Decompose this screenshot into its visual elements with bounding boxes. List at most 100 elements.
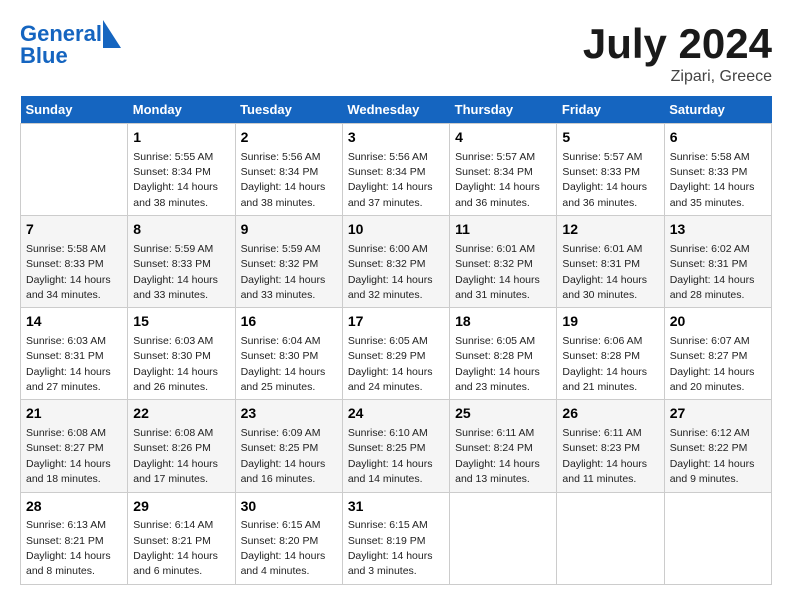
calendar-table: SundayMondayTuesdayWednesdayThursdayFrid… bbox=[20, 96, 772, 585]
main-title: July 2024 bbox=[583, 20, 772, 68]
week-row: 28Sunrise: 6:13 AMSunset: 8:21 PMDayligh… bbox=[21, 492, 772, 584]
calendar-cell: 26 Sunrise: 6:11 AMSunset: 8:23 PMDayligh… bbox=[557, 400, 664, 492]
day-info: Sunrise: 5:55 AMSunset: 8:34 PMDaylight:… bbox=[133, 151, 218, 209]
day-info: Sunrise: 5:59 AMSunset: 8:33 PMDaylight:… bbox=[133, 243, 218, 301]
calendar-cell: 10 Sunrise: 6:00 AMSunset: 8:32 PMDayligh… bbox=[342, 216, 449, 308]
calendar-cell: 14 Sunrise: 6:03 AMSunset: 8:31 PMDayligh… bbox=[21, 308, 128, 400]
day-number: 17 bbox=[348, 312, 444, 332]
day-info: Sunrise: 6:14 AMSunset: 8:21 PMDaylight:… bbox=[133, 519, 218, 577]
day-header-saturday: Saturday bbox=[664, 96, 771, 124]
header-row: SundayMondayTuesdayWednesdayThursdayFrid… bbox=[21, 96, 772, 124]
day-info: Sunrise: 6:15 AMSunset: 8:20 PMDaylight:… bbox=[241, 519, 326, 577]
day-info: Sunrise: 6:03 AMSunset: 8:31 PMDaylight:… bbox=[26, 335, 111, 393]
day-number: 28 bbox=[26, 497, 122, 517]
calendar-cell: 27 Sunrise: 6:12 AMSunset: 8:22 PMDayligh… bbox=[664, 400, 771, 492]
week-row: 21 Sunrise: 6:08 AMSunset: 8:27 PMDayligh… bbox=[21, 400, 772, 492]
day-number: 14 bbox=[26, 312, 122, 332]
day-header-friday: Friday bbox=[557, 96, 664, 124]
calendar-cell: 7 Sunrise: 5:58 AMSunset: 8:33 PMDaylight… bbox=[21, 216, 128, 308]
day-number: 3 bbox=[348, 128, 444, 148]
day-info: Sunrise: 6:00 AMSunset: 8:32 PMDaylight:… bbox=[348, 243, 433, 301]
day-info: Sunrise: 5:58 AMSunset: 8:33 PMDaylight:… bbox=[670, 151, 755, 209]
day-number: 13 bbox=[670, 220, 766, 240]
week-row: 14 Sunrise: 6:03 AMSunset: 8:31 PMDayligh… bbox=[21, 308, 772, 400]
day-info: Sunrise: 6:04 AMSunset: 8:30 PMDaylight:… bbox=[241, 335, 326, 393]
calendar-cell: 28Sunrise: 6:13 AMSunset: 8:21 PMDayligh… bbox=[21, 492, 128, 584]
day-info: Sunrise: 6:11 AMSunset: 8:23 PMDaylight:… bbox=[562, 427, 647, 485]
calendar-cell: 31Sunrise: 6:15 AMSunset: 8:19 PMDayligh… bbox=[342, 492, 449, 584]
day-number: 16 bbox=[241, 312, 337, 332]
calendar-cell: 19Sunrise: 6:06 AMSunset: 8:28 PMDayligh… bbox=[557, 308, 664, 400]
calendar-cell: 20 Sunrise: 6:07 AMSunset: 8:27 PMDayligh… bbox=[664, 308, 771, 400]
day-number: 9 bbox=[241, 220, 337, 240]
calendar-cell: 12Sunrise: 6:01 AMSunset: 8:31 PMDayligh… bbox=[557, 216, 664, 308]
day-header-wednesday: Wednesday bbox=[342, 96, 449, 124]
day-info: Sunrise: 5:58 AMSunset: 8:33 PMDaylight:… bbox=[26, 243, 111, 301]
calendar-cell: 13Sunrise: 6:02 AMSunset: 8:31 PMDayligh… bbox=[664, 216, 771, 308]
calendar-cell: 4Sunrise: 5:57 AMSunset: 8:34 PMDaylight… bbox=[450, 124, 557, 216]
day-info: Sunrise: 6:08 AMSunset: 8:27 PMDaylight:… bbox=[26, 427, 111, 485]
day-header-monday: Monday bbox=[128, 96, 235, 124]
calendar-cell: 6 Sunrise: 5:58 AMSunset: 8:33 PMDaylight… bbox=[664, 124, 771, 216]
day-number: 8 bbox=[133, 220, 229, 240]
day-number: 26 bbox=[562, 404, 658, 424]
day-info: Sunrise: 6:10 AMSunset: 8:25 PMDaylight:… bbox=[348, 427, 433, 485]
day-header-sunday: Sunday bbox=[21, 96, 128, 124]
day-number: 25 bbox=[455, 404, 551, 424]
day-info: Sunrise: 5:59 AMSunset: 8:32 PMDaylight:… bbox=[241, 243, 326, 301]
calendar-cell: 11Sunrise: 6:01 AMSunset: 8:32 PMDayligh… bbox=[450, 216, 557, 308]
week-row: 1 Sunrise: 5:55 AMSunset: 8:34 PMDaylight… bbox=[21, 124, 772, 216]
calendar-cell: 29Sunrise: 6:14 AMSunset: 8:21 PMDayligh… bbox=[128, 492, 235, 584]
calendar-cell: 9 Sunrise: 5:59 AMSunset: 8:32 PMDaylight… bbox=[235, 216, 342, 308]
day-header-thursday: Thursday bbox=[450, 96, 557, 124]
calendar-cell: 3 Sunrise: 5:56 AMSunset: 8:34 PMDaylight… bbox=[342, 124, 449, 216]
logo: General Blue bbox=[20, 20, 123, 68]
calendar-cell bbox=[664, 492, 771, 584]
day-number: 7 bbox=[26, 220, 122, 240]
day-number: 22 bbox=[133, 404, 229, 424]
day-info: Sunrise: 6:13 AMSunset: 8:21 PMDaylight:… bbox=[26, 519, 111, 577]
day-number: 29 bbox=[133, 497, 229, 517]
day-info: Sunrise: 6:03 AMSunset: 8:30 PMDaylight:… bbox=[133, 335, 218, 393]
day-number: 18 bbox=[455, 312, 551, 332]
calendar-cell: 8 Sunrise: 5:59 AMSunset: 8:33 PMDaylight… bbox=[128, 216, 235, 308]
day-info: Sunrise: 6:12 AMSunset: 8:22 PMDaylight:… bbox=[670, 427, 755, 485]
day-info: Sunrise: 6:05 AMSunset: 8:28 PMDaylight:… bbox=[455, 335, 540, 393]
day-number: 31 bbox=[348, 497, 444, 517]
calendar-cell: 24 Sunrise: 6:10 AMSunset: 8:25 PMDayligh… bbox=[342, 400, 449, 492]
day-number: 21 bbox=[26, 404, 122, 424]
day-number: 30 bbox=[241, 497, 337, 517]
day-number: 12 bbox=[562, 220, 658, 240]
day-number: 1 bbox=[133, 128, 229, 148]
day-number: 27 bbox=[670, 404, 766, 424]
day-number: 23 bbox=[241, 404, 337, 424]
calendar-cell: 5Sunrise: 5:57 AMSunset: 8:33 PMDaylight… bbox=[557, 124, 664, 216]
calendar-cell: 2 Sunrise: 5:56 AMSunset: 8:34 PMDaylight… bbox=[235, 124, 342, 216]
day-info: Sunrise: 6:05 AMSunset: 8:29 PMDaylight:… bbox=[348, 335, 433, 393]
day-number: 24 bbox=[348, 404, 444, 424]
day-info: Sunrise: 6:15 AMSunset: 8:19 PMDaylight:… bbox=[348, 519, 433, 577]
day-info: Sunrise: 6:01 AMSunset: 8:32 PMDaylight:… bbox=[455, 243, 540, 301]
calendar-cell: 22 Sunrise: 6:08 AMSunset: 8:26 PMDayligh… bbox=[128, 400, 235, 492]
day-info: Sunrise: 5:56 AMSunset: 8:34 PMDaylight:… bbox=[348, 151, 433, 209]
day-info: Sunrise: 6:11 AMSunset: 8:24 PMDaylight:… bbox=[455, 427, 540, 485]
calendar-cell bbox=[557, 492, 664, 584]
day-number: 6 bbox=[670, 128, 766, 148]
day-info: Sunrise: 6:06 AMSunset: 8:28 PMDaylight:… bbox=[562, 335, 647, 393]
title-block: July 2024 Zipari, Greece bbox=[583, 20, 772, 86]
day-number: 15 bbox=[133, 312, 229, 332]
calendar-cell bbox=[450, 492, 557, 584]
day-number: 2 bbox=[241, 128, 337, 148]
page-header: General Blue July 2024 Zipari, Greece bbox=[20, 20, 772, 86]
day-header-tuesday: Tuesday bbox=[235, 96, 342, 124]
day-info: Sunrise: 6:07 AMSunset: 8:27 PMDaylight:… bbox=[670, 335, 755, 393]
calendar-cell: 25 Sunrise: 6:11 AMSunset: 8:24 PMDayligh… bbox=[450, 400, 557, 492]
week-row: 7 Sunrise: 5:58 AMSunset: 8:33 PMDaylight… bbox=[21, 216, 772, 308]
day-number: 20 bbox=[670, 312, 766, 332]
day-info: Sunrise: 6:09 AMSunset: 8:25 PMDaylight:… bbox=[241, 427, 326, 485]
day-info: Sunrise: 6:08 AMSunset: 8:26 PMDaylight:… bbox=[133, 427, 218, 485]
day-info: Sunrise: 5:57 AMSunset: 8:34 PMDaylight:… bbox=[455, 151, 540, 209]
day-number: 10 bbox=[348, 220, 444, 240]
day-info: Sunrise: 5:56 AMSunset: 8:34 PMDaylight:… bbox=[241, 151, 326, 209]
day-info: Sunrise: 5:57 AMSunset: 8:33 PMDaylight:… bbox=[562, 151, 647, 209]
